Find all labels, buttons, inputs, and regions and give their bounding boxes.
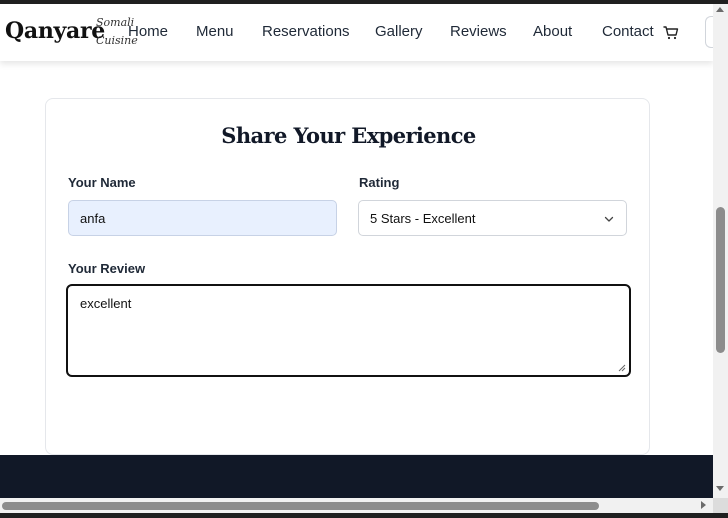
scroll-down-arrow-icon[interactable] [716,486,724,491]
site-footer [0,455,713,498]
shopping-cart-icon[interactable] [663,25,679,41]
rating-label: Rating [359,175,400,190]
nav-about[interactable]: About [533,23,572,40]
horizontal-scrollbar-thumb[interactable] [2,502,599,510]
page-viewport: Qanyare Somali Cuisine Home Menu Reserva… [0,4,713,498]
form-title: Share Your Experience [221,123,476,148]
name-input-value: anfa [80,210,106,226]
header-action-button[interactable] [705,16,713,48]
nav-menu[interactable]: Menu [196,23,234,40]
rating-select[interactable]: 5 Stars - Excellent [358,200,627,236]
nav-reviews[interactable]: Reviews [450,23,507,40]
scrollbar-corner [713,498,728,513]
nav-contact[interactable]: Contact [602,23,654,40]
review-textarea-value: excellent [80,296,132,311]
scroll-up-arrow-icon[interactable] [716,7,724,12]
scroll-right-arrow-icon[interactable] [701,501,706,509]
name-input[interactable]: anfa [68,200,337,236]
brand-subtitle-line2: Cuisine [96,34,138,47]
review-form-card: Share Your Experience Your Name anfa Rat… [45,98,650,455]
rating-select-value: 5 Stars - Excellent [370,210,476,226]
brand-logo[interactable]: Qanyare [5,18,105,44]
brand-subtitle: Somali Cuisine [96,14,138,50]
review-textarea[interactable]: excellent [66,284,631,377]
brand-subtitle-line1: Somali [96,16,135,29]
nav-reservations[interactable]: Reservations [262,23,350,40]
nav-home[interactable]: Home [128,23,168,40]
chevron-down-icon [604,216,614,222]
site-header: Qanyare Somali Cuisine Home Menu Reserva… [0,4,713,61]
vertical-scrollbar-thumb[interactable] [716,207,725,353]
review-label: Your Review [68,261,146,276]
name-label: Your Name [68,175,136,190]
resize-handle-icon[interactable] [617,363,626,372]
nav-gallery[interactable]: Gallery [375,23,423,40]
